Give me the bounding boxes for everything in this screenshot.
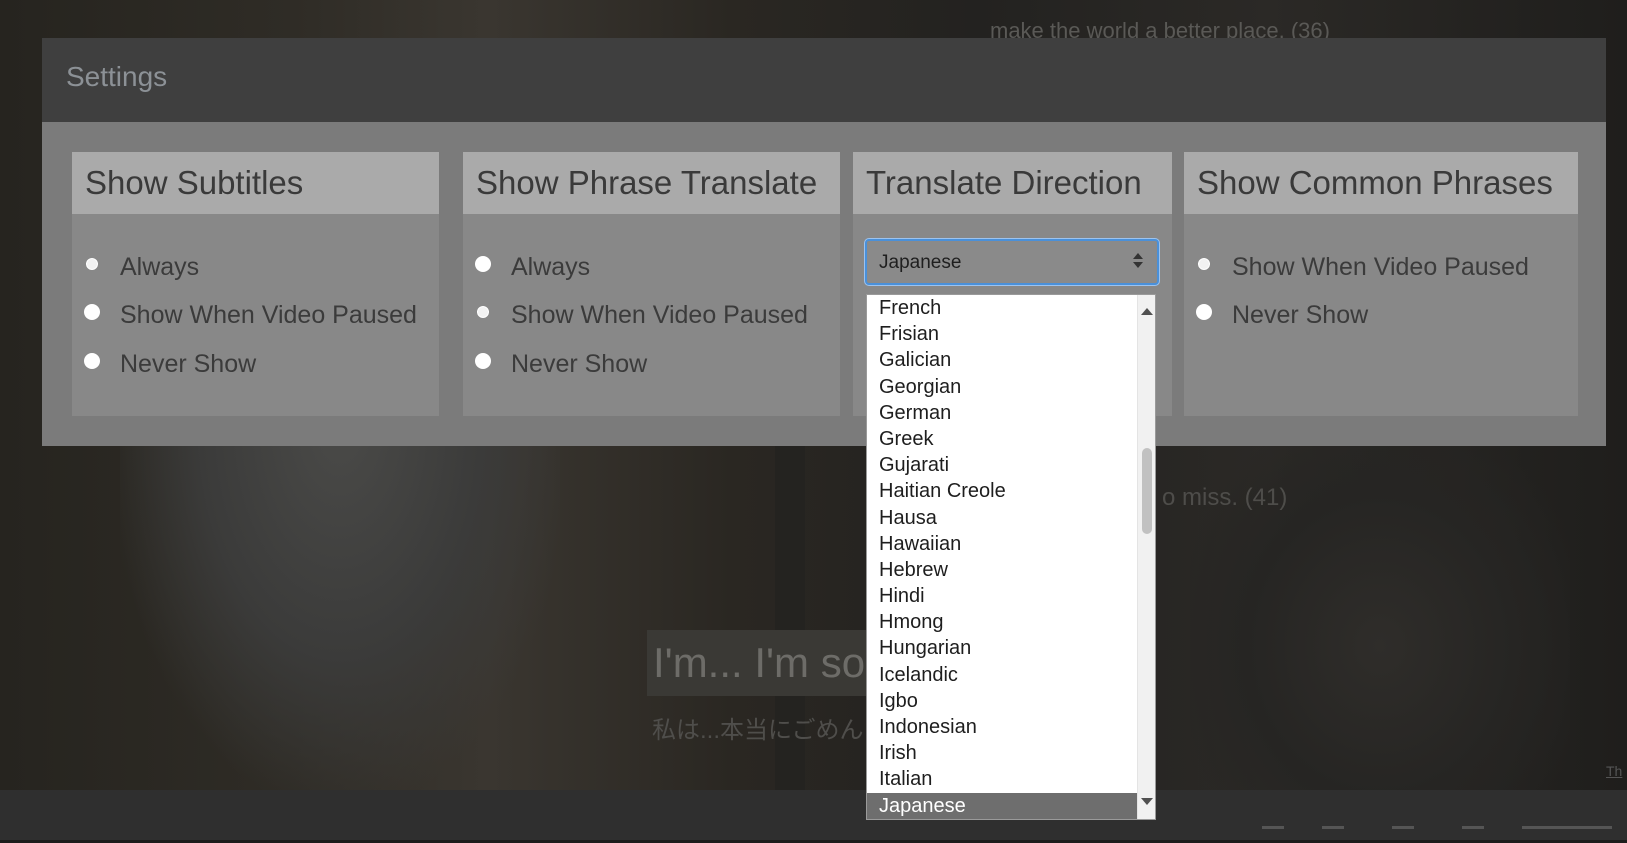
- radio-button[interactable]: [475, 353, 491, 369]
- option-always[interactable]: Always: [84, 252, 199, 282]
- select-arrows-icon: [1133, 252, 1143, 270]
- option-never-show[interactable]: Never Show: [1196, 300, 1368, 330]
- panel-title: Show Common Phrases: [1197, 164, 1553, 201]
- radio-button[interactable]: [84, 304, 100, 320]
- panel-title: Show Subtitles: [85, 164, 304, 201]
- language-option-selected[interactable]: Japanese: [867, 792, 1139, 819]
- language-option[interactable]: Georgian: [867, 374, 1139, 400]
- language-option[interactable]: Irish: [867, 740, 1139, 766]
- modal-title: Settings: [66, 61, 168, 92]
- option-show-when-paused[interactable]: Show When Video Paused: [1196, 252, 1529, 282]
- language-option[interactable]: Icelandic: [867, 662, 1139, 688]
- radio-button[interactable]: [475, 304, 491, 320]
- language-option[interactable]: Hungarian: [867, 635, 1139, 661]
- option-label: Never Show: [120, 349, 257, 378]
- option-label: Show When Video Paused: [120, 300, 417, 329]
- language-option[interactable]: Galician: [867, 347, 1139, 373]
- language-option[interactable]: Hawaiian: [867, 531, 1139, 557]
- panel-head: Show Phrase Translate: [463, 152, 840, 214]
- panel-title: Show Phrase Translate: [476, 164, 818, 201]
- option-show-when-paused[interactable]: Show When Video Paused: [475, 300, 808, 330]
- radio-button[interactable]: [1196, 304, 1212, 320]
- player-controls: [1262, 826, 1622, 840]
- forward-icon[interactable]: [1462, 826, 1484, 843]
- translate-direction-select[interactable]: Japanese: [865, 239, 1159, 285]
- video-link[interactable]: Th: [1606, 763, 1622, 779]
- language-option[interactable]: Haitian Creole: [867, 478, 1139, 504]
- radio-button[interactable]: [84, 353, 100, 369]
- scroll-down-arrow-icon[interactable]: [1141, 798, 1153, 805]
- language-option[interactable]: Hindi: [867, 583, 1139, 609]
- language-option[interactable]: Igbo: [867, 688, 1139, 714]
- language-option[interactable]: Gujarati: [867, 452, 1139, 478]
- language-option[interactable]: French: [867, 295, 1139, 321]
- upload-icon[interactable]: [1322, 826, 1344, 843]
- radio-button[interactable]: [475, 256, 491, 272]
- panel-head: Show Subtitles: [72, 152, 439, 214]
- language-options: French Frisian Galician Georgian German …: [867, 295, 1139, 819]
- option-label: Always: [511, 252, 591, 281]
- language-option[interactable]: Indonesian: [867, 714, 1139, 740]
- option-always[interactable]: Always: [475, 252, 590, 282]
- language-option[interactable]: Italian: [867, 766, 1139, 792]
- option-label: Show When Video Paused: [511, 300, 808, 329]
- panel-head: Show Common Phrases: [1184, 152, 1578, 214]
- close-icon[interactable]: [1262, 826, 1284, 843]
- language-dropdown-list[interactable]: French Frisian Galician Georgian German …: [866, 294, 1156, 820]
- dropdown-scrollbar[interactable]: [1137, 295, 1155, 819]
- modal-header: Settings: [42, 38, 1606, 122]
- option-never-show[interactable]: Never Show: [84, 349, 256, 379]
- panel-show-subtitles: Show Subtitles Always Show When Video Pa…: [72, 152, 439, 416]
- language-option[interactable]: German: [867, 400, 1139, 426]
- page-counter: [1522, 826, 1612, 843]
- select-value: Japanese: [879, 252, 962, 273]
- option-never-show[interactable]: Never Show: [475, 349, 647, 379]
- option-label: Never Show: [1232, 300, 1369, 329]
- panel-show-phrase-translate: Show Phrase Translate Always Show When V…: [463, 152, 840, 416]
- radio-button[interactable]: [84, 256, 100, 272]
- settings-modal: Settings Show Subtitles Always Show When…: [42, 38, 1606, 446]
- language-option[interactable]: Frisian: [867, 321, 1139, 347]
- scroll-up-arrow-icon[interactable]: [1141, 308, 1153, 315]
- phrase-caption-mid[interactable]: o miss. (41): [1162, 484, 1287, 512]
- language-option[interactable]: Hausa: [867, 505, 1139, 531]
- scrollbar-thumb[interactable]: [1142, 448, 1152, 534]
- panel-show-common-phrases: Show Common Phrases Show When Video Paus…: [1184, 152, 1578, 416]
- language-option[interactable]: Hebrew: [867, 557, 1139, 583]
- subtitle-translation: 私は...本当にごめん: [652, 717, 864, 744]
- radio-button[interactable]: [1196, 256, 1212, 272]
- option-label: Always: [120, 252, 200, 281]
- option-label: Never Show: [511, 349, 648, 378]
- screen-icon[interactable]: [1392, 826, 1414, 843]
- option-show-when-paused[interactable]: Show When Video Paused: [84, 300, 417, 330]
- language-option[interactable]: Greek: [867, 426, 1139, 452]
- option-label: Show When Video Paused: [1232, 252, 1529, 281]
- subtitle-main[interactable]: I'm... I'm so: [647, 630, 872, 696]
- language-option[interactable]: Hmong: [867, 609, 1139, 635]
- panel-head: Translate Direction: [853, 152, 1172, 214]
- panel-title: Translate Direction: [866, 164, 1142, 201]
